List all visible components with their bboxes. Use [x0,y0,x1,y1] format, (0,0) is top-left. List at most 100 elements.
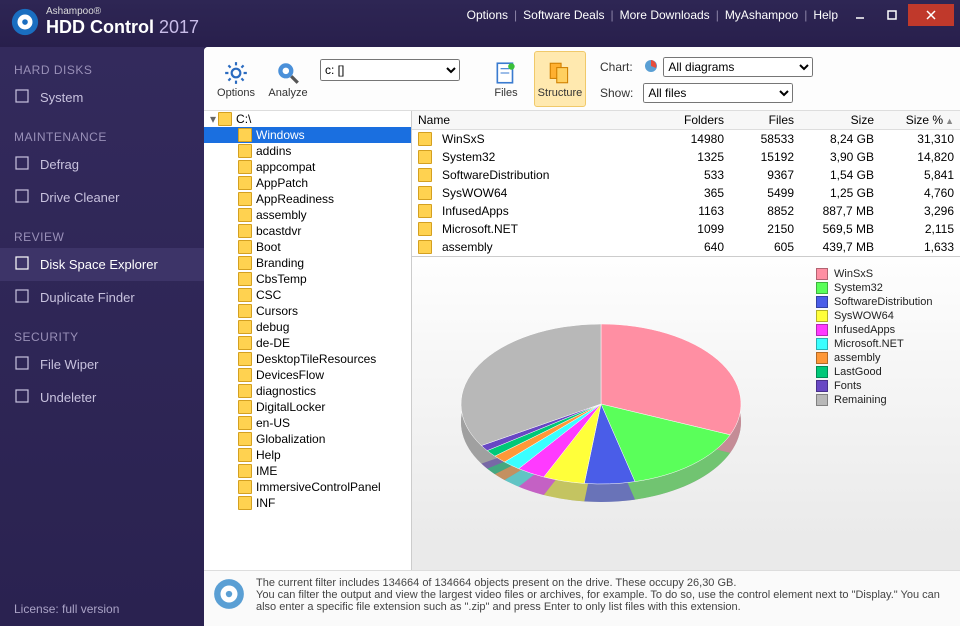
tree-item[interactable]: assembly [204,207,411,223]
col-size[interactable]: Size [800,111,880,129]
tree-item[interactable]: debug [204,319,411,335]
folder-list: Name Folders Files Size Size %▲ WinSxS14… [412,111,960,257]
show-filter-select[interactable]: All files [643,83,793,103]
drive-selector[interactable]: c: [] [320,59,460,81]
tree-item[interactable]: IME [204,463,411,479]
folder-icon [238,416,252,430]
options-button[interactable]: Options [210,51,262,107]
list-row[interactable]: InfusedApps11638852887,7 MB3,296 [412,202,960,220]
col-folders[interactable]: Folders [660,111,730,129]
sidebar: HARD DISKSSystemMAINTENANCEDefragDrive C… [0,47,204,626]
sidebar-item-label: System [40,90,83,105]
sidebar-item-defrag[interactable]: Defrag [0,148,204,181]
sidebar-item-label: Undeleter [40,390,96,405]
tree-item[interactable]: DevicesFlow [204,367,411,383]
sidebar-item-label: File Wiper [40,357,99,372]
grid-icon [14,155,30,174]
menu-options[interactable]: Options [461,8,514,22]
legend-item: InfusedApps [816,323,954,337]
tree-item[interactable]: DesktopTileResources [204,351,411,367]
tree-item[interactable]: de-DE [204,335,411,351]
sidebar-section: REVIEW [0,214,204,248]
tree-item[interactable]: Boot [204,239,411,255]
shred-icon [14,355,30,374]
legend-item: System32 [816,281,954,295]
legend-swatch [816,268,828,280]
tree-item[interactable]: en-US [204,415,411,431]
chart-type-select[interactable]: All diagrams [663,57,813,77]
sort-asc-icon: ▲ [945,116,954,126]
col-files[interactable]: Files [730,111,800,129]
list-header[interactable]: Name Folders Files Size Size %▲ [412,111,960,130]
legend-item: LastGood [816,365,954,379]
list-row[interactable]: Microsoft.NET10992150569,5 MB2,115 [412,220,960,238]
col-name[interactable]: Name [412,111,660,129]
sidebar-item-drive-cleaner[interactable]: Drive Cleaner [0,181,204,214]
menu-software-deals[interactable]: Software Deals [517,8,610,22]
tree-item[interactable]: appcompat [204,159,411,175]
undo-icon [14,388,30,407]
pie-chart[interactable] [431,294,791,534]
folder-icon [418,186,432,200]
legend-swatch [816,394,828,406]
files-tab[interactable]: Files [480,51,532,107]
close-button[interactable] [908,4,954,26]
folder-icon [238,272,252,286]
col-size-pct[interactable]: Size %▲ [880,111,960,129]
toolbar: Options Analyze c: [] Files Structure [204,47,960,111]
sidebar-item-system[interactable]: System [0,81,204,114]
tree-item[interactable]: CSC [204,287,411,303]
tree-item[interactable]: ImmersiveControlPanel [204,479,411,495]
drive-select-input[interactable]: c: [] [320,59,460,81]
info-disk-icon [212,577,246,611]
tree-item[interactable]: Globalization [204,431,411,447]
list-row[interactable]: WinSxS14980585338,24 GB31,310 [412,130,960,148]
maximize-button[interactable] [876,4,908,26]
magnifier-disk-icon [274,59,302,87]
monitor-icon [14,88,30,107]
tree-item[interactable]: AppPatch [204,175,411,191]
tree-item[interactable]: addins [204,143,411,159]
tree-item[interactable]: diagnostics [204,383,411,399]
list-row[interactable]: SysWOW6436554991,25 GB4,760 [412,184,960,202]
sidebar-item-file-wiper[interactable]: File Wiper [0,348,204,381]
tree-item[interactable]: Cursors [204,303,411,319]
legend-item: WinSxS [816,267,954,281]
sidebar-item-undeleter[interactable]: Undeleter [0,381,204,414]
folder-icon [238,448,252,462]
list-row[interactable]: SoftwareDistribution53393671,54 GB5,841 [412,166,960,184]
tree-item[interactable]: Branding [204,255,411,271]
analyze-button[interactable]: Analyze [262,51,314,107]
structure-tab[interactable]: Structure [534,51,586,107]
menu-help[interactable]: Help [807,8,844,22]
list-row[interactable]: System321325151923,90 GB14,820 [412,148,960,166]
tree-root[interactable]: ▾ C:\ [204,111,411,127]
legend-swatch [816,366,828,378]
list-row[interactable]: assembly640605439,7 MB1,633 [412,238,960,256]
tree-item[interactable]: INF [204,495,411,511]
legend-item: SysWOW64 [816,309,954,323]
legend-swatch [816,380,828,392]
content-pane: Options Analyze c: [] Files Structure [204,47,960,626]
tree-item[interactable]: AppReadiness [204,191,411,207]
tree-item[interactable]: DigitalLocker [204,399,411,415]
tree-item[interactable]: bcastdvr [204,223,411,239]
menu-more-downloads[interactable]: More Downloads [614,8,716,22]
tree-item[interactable]: CbsTemp [204,271,411,287]
minimize-button[interactable] [844,4,876,26]
titlebar-menu: Options|Software Deals|More Downloads|My… [461,0,960,26]
folder-icon [238,400,252,414]
folder-icon [238,304,252,318]
folder-tree[interactable]: ▾ C:\ WindowsaddinsappcompatAppPatchAppR… [204,111,412,570]
tree-item[interactable]: Windows [204,127,411,143]
folder-icon [418,168,432,182]
folder-icon [238,240,252,254]
tree-item[interactable]: Help [204,447,411,463]
pie-icon [14,255,30,274]
folder-icon [218,112,232,126]
folder-icon [418,240,432,254]
files-icon [492,59,520,87]
menu-myashampoo[interactable]: MyAshampoo [719,8,804,22]
sidebar-item-disk-space-explorer[interactable]: Disk Space Explorer [0,248,204,281]
sidebar-item-duplicate-finder[interactable]: Duplicate Finder [0,281,204,314]
